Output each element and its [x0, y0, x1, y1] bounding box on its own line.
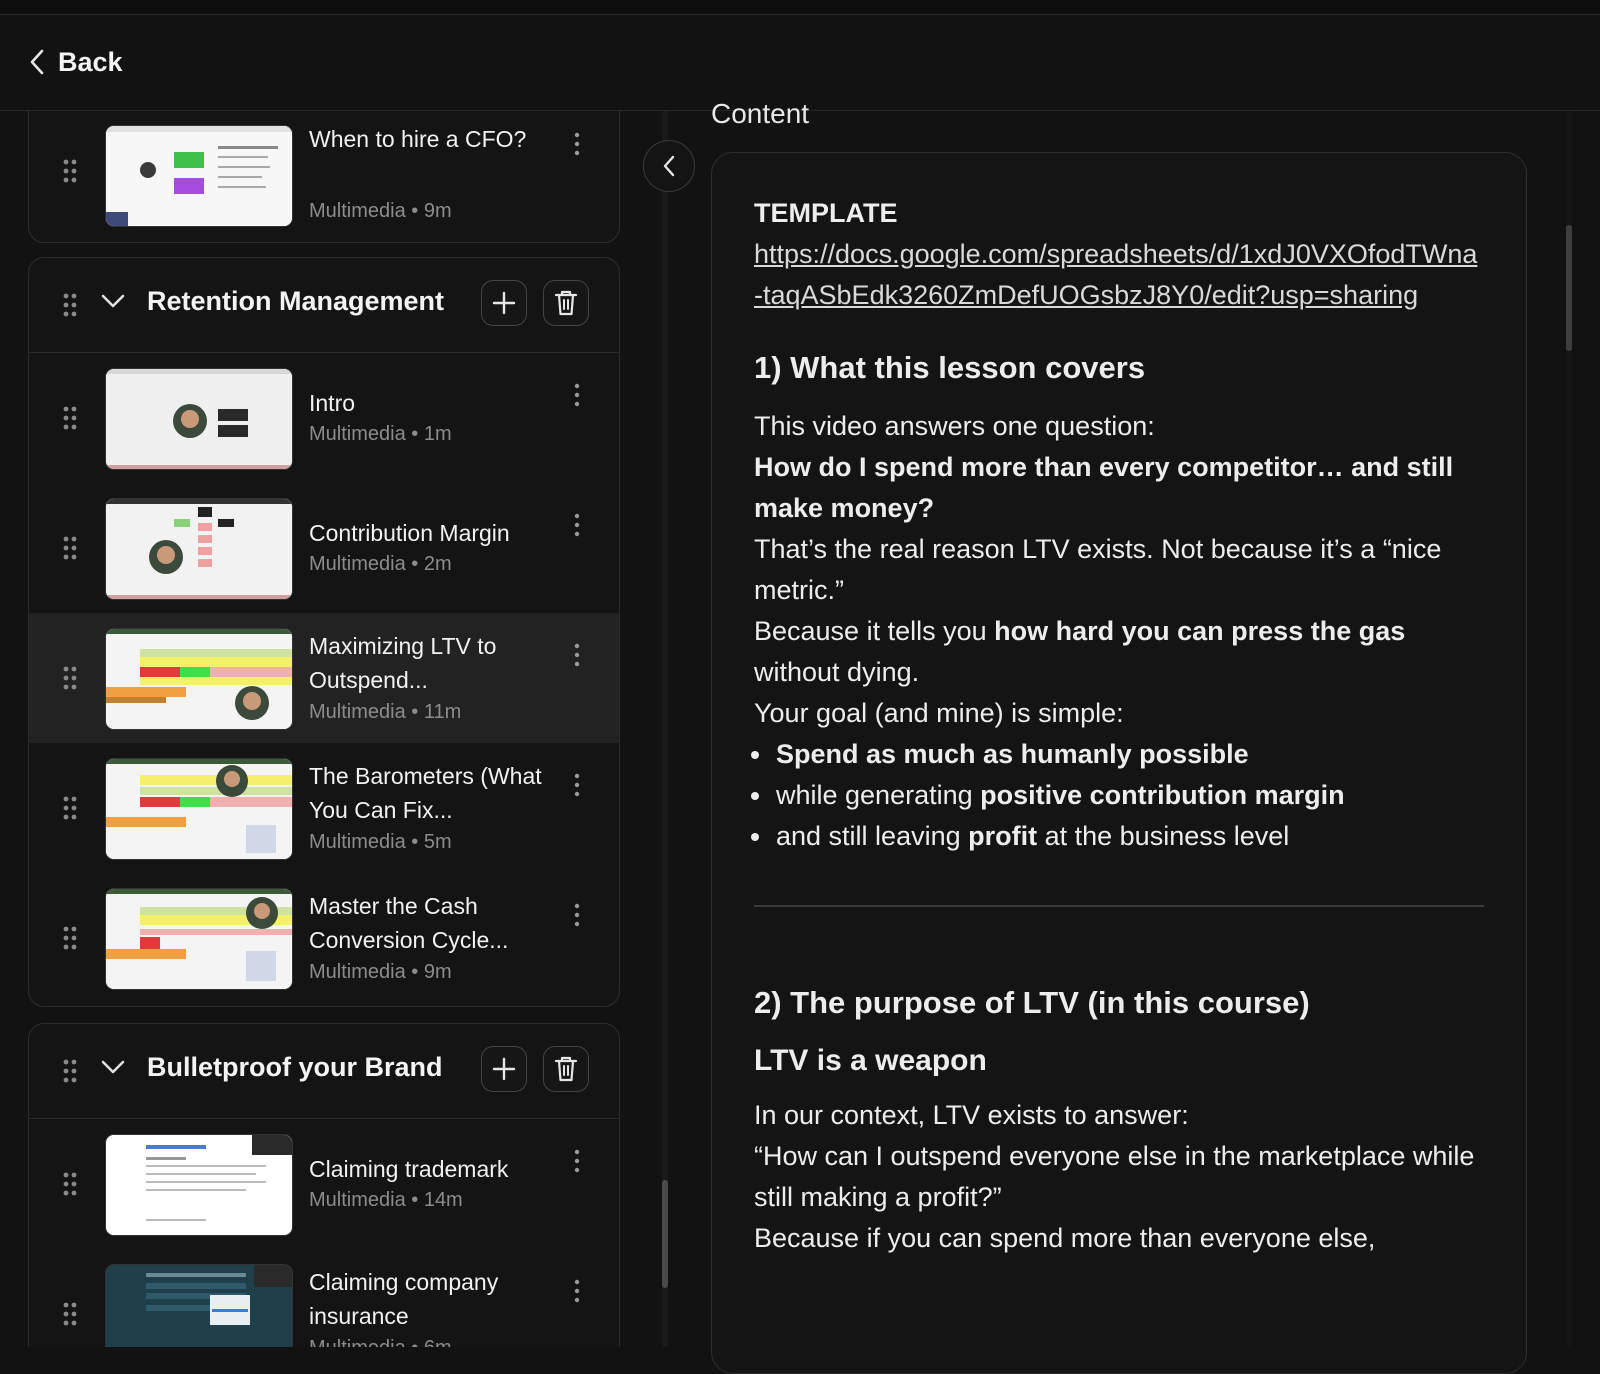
content-editor[interactable]: TEMPLATE https://docs.google.com/spreads… — [711, 152, 1527, 1374]
more-options-icon[interactable] — [573, 383, 581, 407]
lesson-thumbnail[interactable] — [106, 629, 292, 729]
list-item: Spend as much as humanly possible — [774, 734, 1484, 775]
drag-handle-icon[interactable] — [63, 159, 77, 183]
more-options-icon[interactable] — [573, 643, 581, 667]
template-label: TEMPLATE — [754, 198, 898, 228]
lesson-item-selected[interactable]: Maximizing LTV to Outspend... Multimedia… — [29, 613, 619, 743]
content-scrollbar[interactable] — [1566, 225, 1572, 351]
lesson-meta: Multimedia • 5m — [309, 831, 452, 853]
drag-handle-icon[interactable] — [63, 666, 77, 690]
list-item: while generating positive contribution m… — [774, 775, 1484, 816]
bullet-list: Spend as much as humanly possible while … — [754, 734, 1484, 857]
lesson-item[interactable]: The Barometers (What You Can Fix... Mult… — [29, 743, 619, 873]
lesson-thumbnail[interactable] — [106, 126, 292, 226]
lesson-meta: Multimedia • 11m — [309, 701, 462, 723]
paragraph: Because if you can spend more than every… — [754, 1223, 1376, 1253]
lesson-thumbnail[interactable] — [106, 1135, 292, 1235]
lesson-title[interactable]: Claiming trademark — [309, 1152, 559, 1186]
lesson-meta: Multimedia • 9m — [309, 200, 452, 222]
collapse-sidebar-button[interactable] — [643, 140, 695, 192]
paragraph: “How can I outspend everyone else in the… — [754, 1141, 1475, 1212]
lesson-sidebar: When to hire a CFO? Multimedia • 9m Rete… — [0, 111, 628, 1347]
drag-handle-icon[interactable] — [63, 1059, 77, 1083]
subheading-ltv-weapon: LTV is a weapon — [754, 1044, 987, 1077]
list-item: and still leaving profit at the business… — [774, 816, 1484, 857]
section-title[interactable]: Bulletproof your Brand — [147, 1052, 443, 1083]
lesson-item[interactable]: Master the Cash Conversion Cycle... Mult… — [29, 873, 619, 1003]
more-options-icon[interactable] — [573, 903, 581, 927]
bold-question: How do I spend more than every competito… — [754, 452, 1454, 523]
trash-icon — [554, 290, 578, 316]
back-button[interactable]: Back — [28, 45, 123, 79]
paragraph: Your goal (and mine) is simple: — [754, 698, 1124, 728]
back-label: Back — [58, 46, 123, 77]
section-card-retention: Retention Management Intro Multimedia • … — [28, 257, 620, 1007]
lesson-meta: Multimedia • 1m — [309, 423, 452, 445]
trash-icon — [554, 1056, 578, 1082]
plus-icon — [492, 291, 516, 315]
plus-icon — [492, 1057, 516, 1081]
add-lesson-button[interactable] — [481, 280, 527, 326]
lesson-item[interactable]: Intro Multimedia • 1m — [29, 353, 619, 483]
chevron-down-icon[interactable] — [101, 293, 125, 309]
lesson-title[interactable]: Contribution Margin — [309, 516, 559, 550]
drag-handle-icon[interactable] — [63, 1172, 77, 1196]
drag-handle-icon[interactable] — [63, 926, 77, 950]
lesson-document[interactable]: TEMPLATE https://docs.google.com/spreads… — [754, 193, 1484, 1259]
lesson-title[interactable]: Claiming company insurance — [309, 1265, 559, 1333]
paragraph: Because it tells you how hard you can pr… — [754, 616, 1406, 687]
drag-handle-icon[interactable] — [63, 536, 77, 560]
section-card-previous: When to hire a CFO? Multimedia • 9m — [28, 111, 620, 243]
section-card-brand: Bulletproof your Brand Claiming trademar… — [28, 1023, 620, 1347]
more-options-icon[interactable] — [573, 1149, 581, 1173]
paragraph: In our context, LTV exists to answer: — [754, 1100, 1189, 1130]
lesson-thumbnail[interactable] — [106, 1265, 292, 1347]
drag-handle-icon[interactable] — [63, 1302, 77, 1326]
lesson-item[interactable]: Claiming company insurance Multimedia • … — [29, 1249, 619, 1347]
section-header: Retention Management — [29, 258, 619, 353]
drag-handle-icon[interactable] — [63, 293, 77, 317]
section-header: Bulletproof your Brand — [29, 1024, 619, 1119]
more-options-icon[interactable] — [573, 513, 581, 537]
lesson-title[interactable]: The Barometers (What You Can Fix... — [309, 759, 559, 827]
lesson-thumbnail[interactable] — [106, 889, 292, 989]
heading-purpose-of-ltv: 2) The purpose of LTV (in this course) — [754, 985, 1310, 1020]
lesson-thumbnail[interactable] — [106, 499, 292, 599]
lesson-thumbnail[interactable] — [106, 369, 292, 469]
more-options-icon[interactable] — [573, 773, 581, 797]
lesson-thumbnail[interactable] — [106, 759, 292, 859]
add-lesson-button[interactable] — [481, 1046, 527, 1092]
drag-handle-icon[interactable] — [63, 406, 77, 430]
template-link[interactable]: https://docs.google.com/spreadsheets/d/1… — [754, 239, 1477, 310]
header: Back — [0, 15, 1600, 111]
chevron-down-icon[interactable] — [101, 1059, 125, 1075]
paragraph: This video answers one question: — [754, 411, 1155, 441]
more-options-icon[interactable] — [573, 132, 581, 156]
lesson-meta: Multimedia • 2m — [309, 553, 452, 575]
section-title[interactable]: Retention Management — [147, 286, 444, 317]
delete-section-button[interactable] — [543, 280, 589, 326]
divider — [754, 905, 1484, 907]
paragraph: That’s the real reason LTV exists. Not b… — [754, 534, 1442, 605]
lesson-meta: Multimedia • 14m — [309, 1189, 463, 1211]
more-options-icon[interactable] — [573, 1279, 581, 1303]
lesson-title[interactable]: Master the Cash Conversion Cycle... — [309, 889, 559, 957]
heading-what-lesson-covers: 1) What this lesson covers — [754, 350, 1146, 385]
panel-divider — [662, 111, 668, 1347]
delete-section-button[interactable] — [543, 1046, 589, 1092]
lesson-item[interactable]: When to hire a CFO? Multimedia • 9m — [29, 111, 619, 242]
lesson-item[interactable]: Claiming trademark Multimedia • 14m — [29, 1119, 619, 1249]
lesson-item[interactable]: Contribution Margin Multimedia • 2m — [29, 483, 619, 613]
lesson-title[interactable]: Intro — [309, 386, 559, 420]
sidebar-scrollbar[interactable] — [662, 1180, 668, 1288]
lesson-title[interactable]: When to hire a CFO? — [309, 122, 559, 156]
drag-handle-icon[interactable] — [63, 796, 77, 820]
chevron-left-icon — [663, 155, 675, 177]
content-label: Content — [711, 98, 810, 129]
lesson-meta: Multimedia • 6m — [309, 1337, 452, 1347]
lesson-meta: Multimedia • 9m — [309, 961, 452, 983]
chevron-left-icon — [30, 49, 44, 75]
lesson-title[interactable]: Maximizing LTV to Outspend... — [309, 629, 559, 697]
top-strip — [0, 0, 1600, 15]
